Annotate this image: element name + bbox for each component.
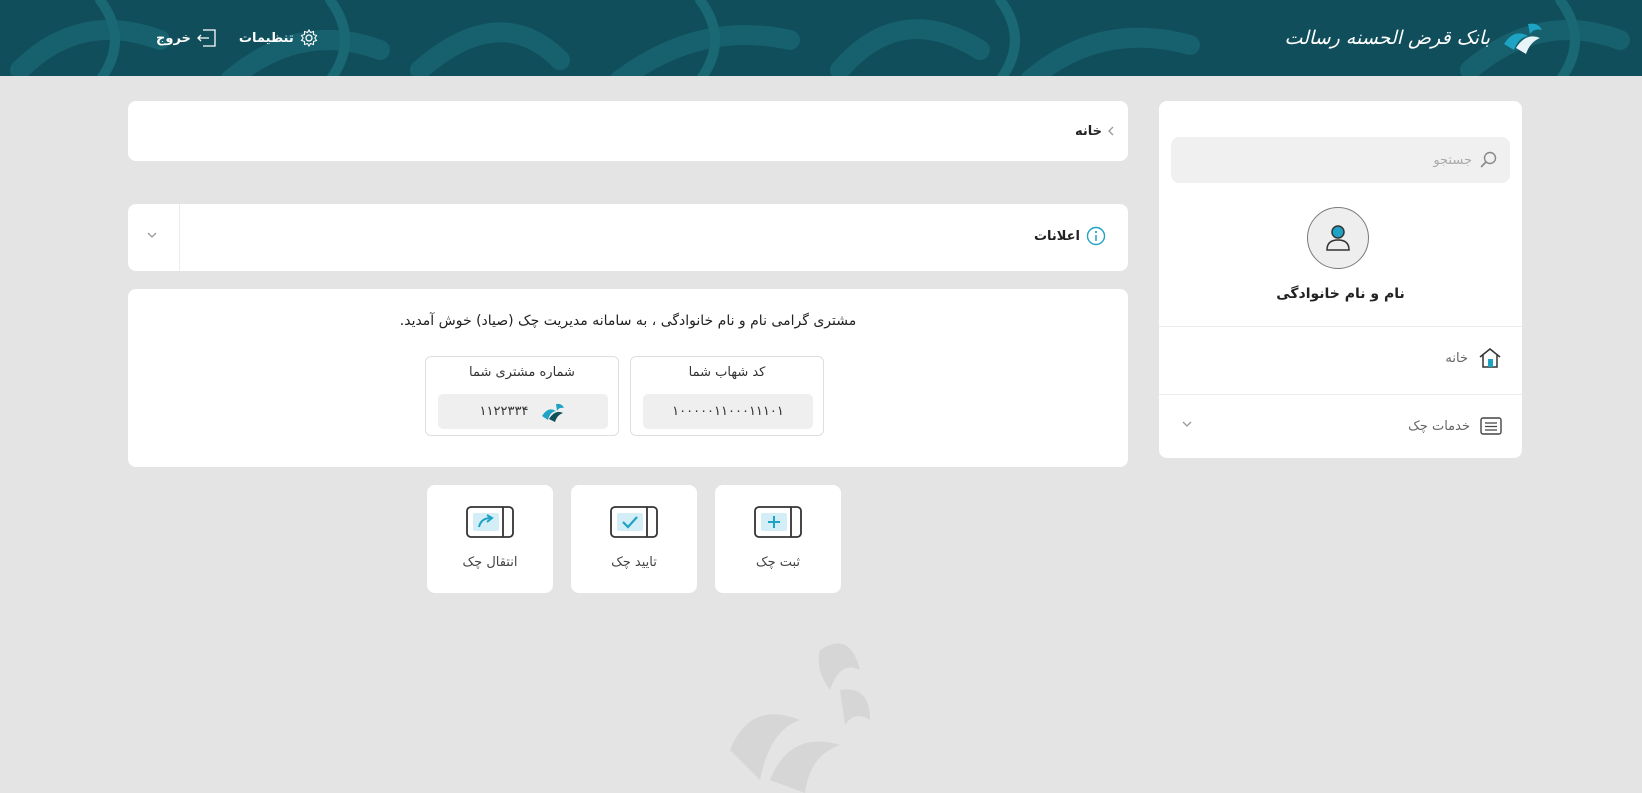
confirm-cheque-label: تایید چک — [611, 555, 657, 570]
customer-number-value: ۱۱۲۲۳۳۴ — [438, 394, 608, 429]
confirm-cheque-button[interactable]: تایید چک — [571, 485, 697, 593]
bank-name: بانک قرض الحسنه رسالت — [1284, 27, 1490, 49]
settings-label: تنظیمات — [238, 30, 294, 46]
bank-brand[interactable]: بانک قرض الحسنه رسالت — [1284, 14, 1546, 62]
shahab-code-value: ۱۰۰۰۰۰۱۱۰۰۰۱۱۱۰۱ — [643, 394, 813, 429]
announcements-title: اعلانات — [1033, 228, 1080, 244]
announcements-panel: اعلانات — [128, 204, 1128, 271]
shahab-code-text: ۱۰۰۰۰۰۱۱۰۰۰۱۱۱۰۱ — [672, 404, 784, 419]
register-cheque-button[interactable]: ثبت چک — [715, 485, 841, 593]
cheque-add-icon — [754, 506, 802, 538]
user-icon — [1326, 225, 1350, 251]
logout-button[interactable]: خروج — [156, 29, 217, 47]
customer-number-label: شماره مشتری شما — [469, 365, 575, 380]
bank-logo-icon — [1504, 23, 1542, 54]
cheque-transfer-icon — [466, 506, 514, 538]
settings-button[interactable]: تنظیمات — [239, 29, 318, 47]
list-icon — [1480, 417, 1502, 435]
info-icon — [1086, 226, 1106, 246]
sidebar-item-label: خانه — [1445, 350, 1468, 366]
home-icon — [1479, 348, 1501, 368]
breadcrumb: خانه — [128, 101, 1128, 161]
breadcrumb-current[interactable]: خانه — [1075, 124, 1102, 139]
sidebar-item-home[interactable]: خانه — [1159, 328, 1522, 388]
sidebar: نام و نام خانوادگی خانه خدمات چک — [1159, 101, 1522, 458]
gear-icon — [300, 29, 318, 47]
logout-icon — [196, 29, 216, 47]
chevron-down-icon[interactable] — [145, 229, 159, 241]
customer-number-box: شماره مشتری شما ۱۱۲۲۳۳۴ — [425, 356, 619, 436]
divider — [179, 204, 180, 271]
chevron-left-icon — [1108, 126, 1114, 136]
search-box[interactable] — [1171, 137, 1510, 183]
top-header: بانک قرض الحسنه رسالت خروج تنظیمات — [0, 0, 1642, 76]
shahab-code-label: کد شهاب شما — [688, 365, 766, 380]
welcome-message: مشتری گرامی نام و نام خانوادگی ، به ساما… — [399, 313, 857, 329]
sidebar-item-cheque-services[interactable]: خدمات چک — [1159, 396, 1522, 456]
announcements-header[interactable]: اعلانات — [1034, 226, 1106, 246]
welcome-card: مشتری گرامی نام و نام خانوادگی ، به ساما… — [128, 289, 1128, 467]
transfer-cheque-label: انتقال چک — [462, 555, 518, 570]
user-name: نام و نام خانوادگی — [1276, 286, 1405, 302]
bank-logo-icon — [542, 403, 565, 422]
transfer-cheque-button[interactable]: انتقال چک — [427, 485, 553, 593]
search-icon — [1480, 151, 1497, 168]
divider — [1159, 394, 1522, 395]
search-input[interactable] — [1192, 152, 1472, 168]
customer-number-text: ۱۱۲۲۳۳۴ — [479, 404, 529, 419]
logout-label: خروج — [156, 30, 191, 46]
watermark-logo — [730, 643, 870, 793]
avatar[interactable] — [1307, 207, 1369, 269]
chevron-down-icon[interactable] — [1181, 419, 1193, 429]
cheque-confirm-icon — [610, 506, 658, 538]
divider — [1159, 326, 1522, 327]
register-cheque-label: ثبت چک — [755, 555, 801, 570]
shahab-code-box: کد شهاب شما ۱۰۰۰۰۰۱۱۰۰۰۱۱۱۰۱ — [630, 356, 824, 436]
sidebar-item-label: خدمات چک — [1408, 418, 1470, 434]
